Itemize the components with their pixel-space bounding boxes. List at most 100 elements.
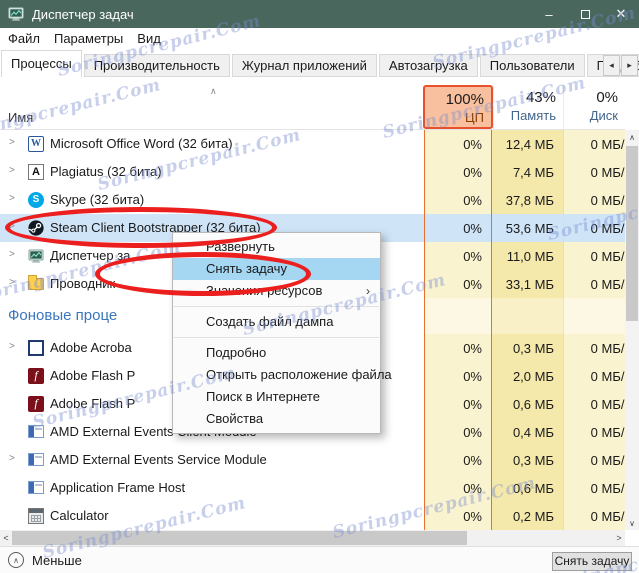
tab-app-history[interactable]: Журнал приложений — [231, 54, 377, 77]
cpu-value: 0% — [424, 270, 492, 298]
menu-separator — [174, 337, 379, 338]
context-menu: Развернуть Снять задачу Значения ресурсо… — [172, 232, 392, 434]
expand-chevron-icon[interactable]: > — [9, 165, 15, 176]
column-header-name[interactable]: Имя — [8, 110, 33, 125]
footer-bar: ∧ Меньше Снять задачу — [0, 546, 639, 573]
horizontal-scrollbar[interactable]: < > — [0, 530, 625, 546]
group-header-label: Фоновые проце — [8, 307, 118, 324]
menu-item-expand[interactable]: Развернуть — [173, 236, 380, 258]
tab-scroll-left-icon[interactable]: ◂ — [603, 55, 620, 76]
calculator-icon — [28, 508, 44, 524]
fewer-details-toggle[interactable]: ∧ Меньше — [8, 552, 82, 568]
memory-value: 0,3 МБ — [492, 334, 563, 362]
table-row[interactable]: > W Microsoft Office Word (32 бита) 0% 1… — [0, 130, 625, 158]
fewer-details-label: Меньше — [32, 552, 82, 568]
menu-item-create-dump[interactable]: Создать файл дампа — [173, 311, 380, 333]
memory-column-label: Память — [510, 108, 556, 123]
close-button[interactable]: ✕ — [603, 0, 639, 28]
tab-startup[interactable]: Автозагрузка — [378, 54, 478, 77]
memory-value: 37,8 МБ — [492, 186, 563, 214]
expand-chevron-icon[interactable]: > — [9, 221, 15, 232]
maximize-button[interactable] — [567, 0, 603, 28]
memory-value: 7,4 МБ — [492, 158, 563, 186]
process-name: AMD External Events Service Module — [50, 452, 267, 467]
process-name: Application Frame Host — [50, 480, 186, 495]
expand-chevron-icon[interactable]: > — [9, 249, 15, 260]
disk-value: 0 МБ/с — [563, 502, 625, 530]
folder-icon — [28, 275, 44, 290]
tab-processes[interactable]: Процессы — [1, 50, 82, 77]
memory-value: 12,4 МБ — [492, 130, 563, 158]
menubar: Файл Параметры Вид — [0, 28, 639, 49]
window-icon — [28, 481, 44, 494]
window-icon — [28, 425, 44, 438]
table-row[interactable]: > A Plagiatus (32 бита) 0% 7,4 МБ 0 МБ/с — [0, 158, 625, 186]
tab-users[interactable]: Пользователи — [479, 54, 585, 77]
menu-item-properties[interactable]: Свойства — [173, 408, 380, 430]
column-header-cpu[interactable]: 100% ЦП — [423, 85, 493, 129]
cpu-value: 0% — [424, 446, 492, 474]
table-row[interactable]: > S Skype (32 бита) 0% 37,8 МБ 0 МБ/с — [0, 186, 625, 214]
memory-value: 0,6 МБ — [492, 390, 563, 418]
cpu-column-label: ЦП — [465, 110, 484, 125]
scroll-right-icon[interactable]: > — [613, 530, 625, 546]
menu-item-resource-values[interactable]: Значения ресурсов › — [173, 280, 380, 302]
disk-value: 0 МБ/с — [563, 158, 625, 186]
menu-options[interactable]: Параметры — [54, 31, 123, 46]
process-name: Calculator — [50, 508, 109, 523]
memory-value: 0,2 МБ — [492, 502, 563, 530]
maximize-icon — [580, 9, 590, 19]
expand-chevron-icon[interactable]: > — [9, 193, 15, 204]
scroll-down-icon[interactable]: ∨ — [625, 516, 639, 530]
horizontal-scrollbar-thumb[interactable] — [12, 531, 467, 545]
expand-chevron-icon[interactable]: > — [9, 341, 15, 352]
cpu-value: 0% — [424, 130, 492, 158]
disk-value: 0 МБ/с — [563, 446, 625, 474]
cpu-value: 0% — [424, 474, 492, 502]
disk-value: 0 МБ/с — [563, 130, 625, 158]
task-manager-icon — [28, 249, 44, 263]
memory-value: 33,1 МБ — [492, 270, 563, 298]
disk-value: 0 МБ/с — [563, 362, 625, 390]
tab-performance[interactable]: Производительность — [83, 54, 230, 77]
menu-item-open-file-location[interactable]: Открыть расположение файла — [173, 364, 392, 386]
disk-value: 0 МБ/с — [563, 186, 625, 214]
scroll-up-icon[interactable]: ∧ — [625, 130, 639, 144]
memory-value: 11,0 МБ — [492, 242, 563, 270]
table-row[interactable]: Application Frame Host 0% 0,6 МБ 0 МБ/с — [0, 474, 625, 502]
column-header-memory[interactable]: 43% Память — [493, 85, 563, 129]
submenu-arrow-icon: › — [366, 284, 370, 298]
menu-item-details[interactable]: Подробно — [173, 342, 380, 364]
disk-column-label: Диск — [589, 108, 618, 123]
disk-value: 0 МБ/с — [563, 242, 625, 270]
end-task-button[interactable]: Снять задачу — [552, 552, 632, 571]
cpu-value: 0% — [424, 214, 492, 242]
process-name: Диспетчер за — [50, 248, 131, 263]
menu-item-search-online[interactable]: Поиск в Интернете — [173, 386, 380, 408]
memory-value: 0,3 МБ — [492, 446, 563, 474]
task-manager-app-icon — [8, 7, 24, 21]
vertical-scrollbar[interactable]: ∧ ∨ — [625, 130, 639, 530]
scroll-left-icon[interactable]: < — [0, 530, 12, 546]
tabstrip: Процессы Производительность Журнал прило… — [0, 49, 639, 77]
expand-chevron-icon[interactable]: > — [9, 137, 15, 148]
cpu-value: 0% — [424, 502, 492, 530]
column-header-disk[interactable]: 0% Диск — [563, 85, 625, 129]
table-row[interactable]: Calculator 0% 0,2 МБ 0 МБ/с — [0, 502, 625, 530]
expand-chevron-icon[interactable]: > — [9, 277, 15, 288]
vertical-scrollbar-thumb[interactable] — [626, 146, 638, 321]
disk-value: 0 МБ/с — [563, 418, 625, 446]
process-name: Adobe Flash P — [50, 368, 136, 383]
menu-file[interactable]: Файл — [8, 31, 40, 46]
disk-column-band — [563, 298, 625, 334]
expand-chevron-icon[interactable]: > — [9, 453, 15, 464]
tab-scroll-right-icon[interactable]: ▸ — [621, 55, 638, 76]
minimize-button[interactable]: – — [531, 0, 567, 28]
menu-view[interactable]: Вид — [137, 31, 161, 46]
titlebar: Диспетчер задач – ✕ — [0, 0, 639, 28]
cpu-value: 0% — [424, 186, 492, 214]
memory-total-usage: 43% — [525, 89, 556, 106]
table-row[interactable]: > AMD External Events Service Module 0% … — [0, 446, 625, 474]
menu-item-end-task[interactable]: Снять задачу — [173, 258, 380, 280]
memory-value: 0,4 МБ — [492, 418, 563, 446]
